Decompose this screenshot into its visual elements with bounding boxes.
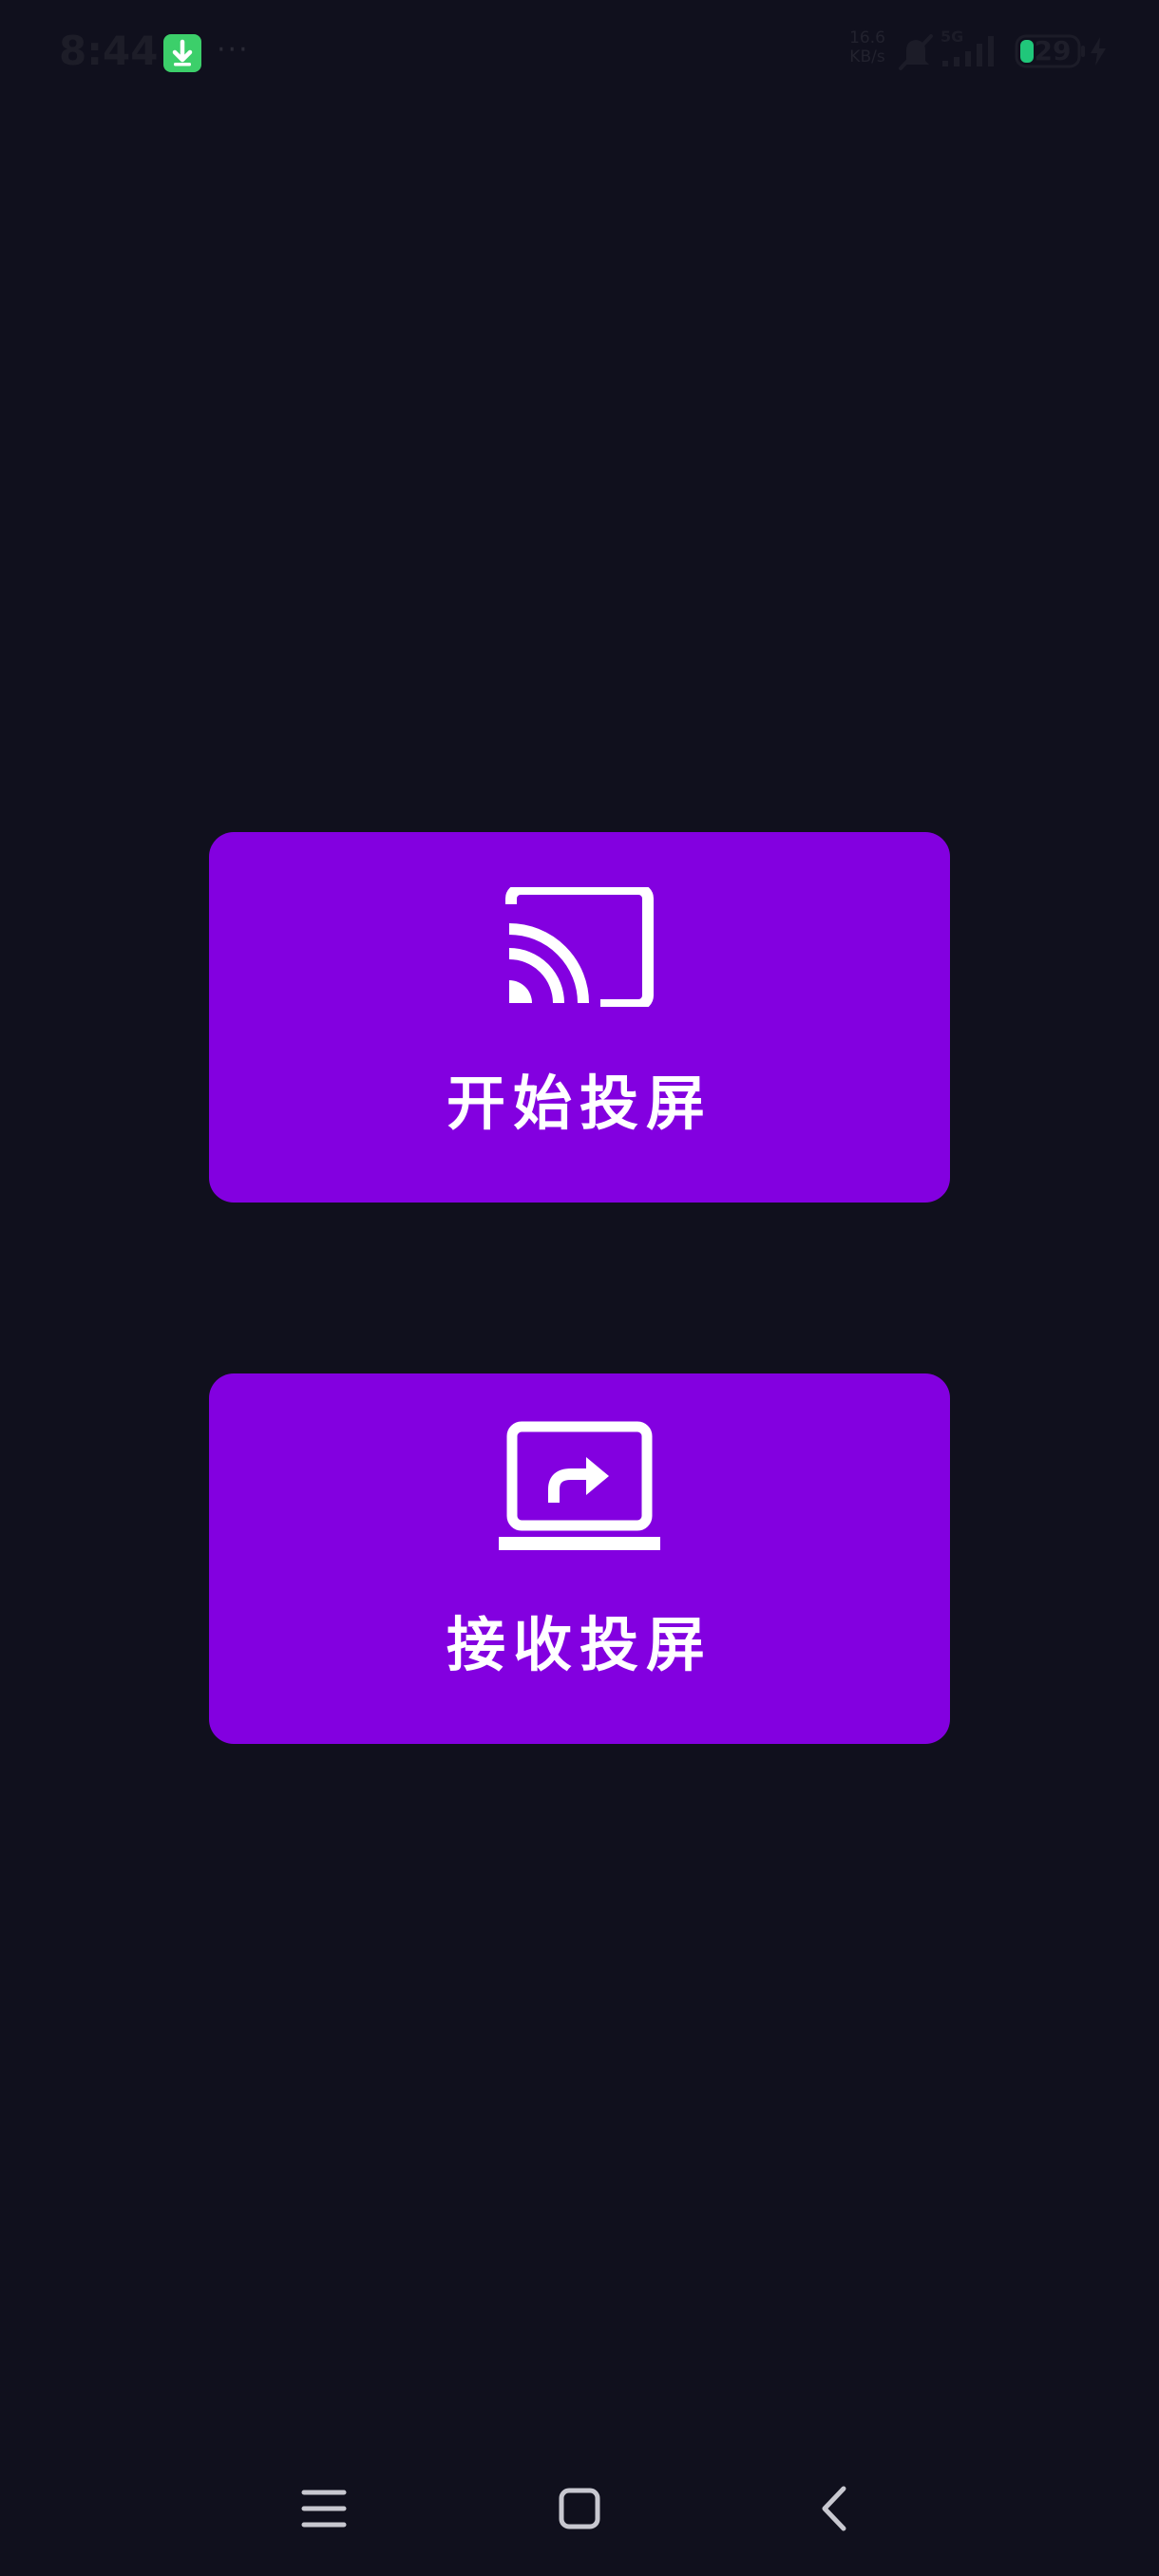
status-bar: 8:44 ··· 16.6 KB/s 5G 29 bbox=[0, 0, 1159, 106]
network-type-label: 5G bbox=[940, 28, 963, 46]
menu-icon[interactable] bbox=[281, 2466, 367, 2551]
cast-icon bbox=[505, 883, 654, 1011]
back-icon[interactable] bbox=[792, 2466, 878, 2551]
system-navigation-bar bbox=[0, 2451, 1159, 2565]
charging-icon bbox=[1089, 36, 1108, 70]
home-icon[interactable] bbox=[537, 2466, 622, 2551]
screen-share-icon bbox=[499, 1421, 660, 1558]
more-notifications-indicator: ··· bbox=[217, 33, 250, 66]
receive-cast-button[interactable]: 接收投屏 bbox=[209, 1373, 950, 1744]
start-cast-label: 开始投屏 bbox=[446, 1069, 712, 1138]
network-speed-unit: KB/s bbox=[849, 47, 885, 66]
cellular-signal-icon: 5G bbox=[939, 28, 1005, 74]
status-time: 8:44 bbox=[59, 28, 159, 74]
start-cast-button[interactable]: 开始投屏 bbox=[209, 832, 950, 1203]
download-icon bbox=[163, 34, 201, 72]
receive-cast-label: 接收投屏 bbox=[446, 1610, 712, 1679]
ringer-muted-icon bbox=[897, 34, 935, 74]
network-speed-value: 16.6 bbox=[849, 28, 885, 47]
battery-level: 29 bbox=[1034, 35, 1072, 66]
network-speed: 16.6 KB/s bbox=[846, 28, 889, 66]
